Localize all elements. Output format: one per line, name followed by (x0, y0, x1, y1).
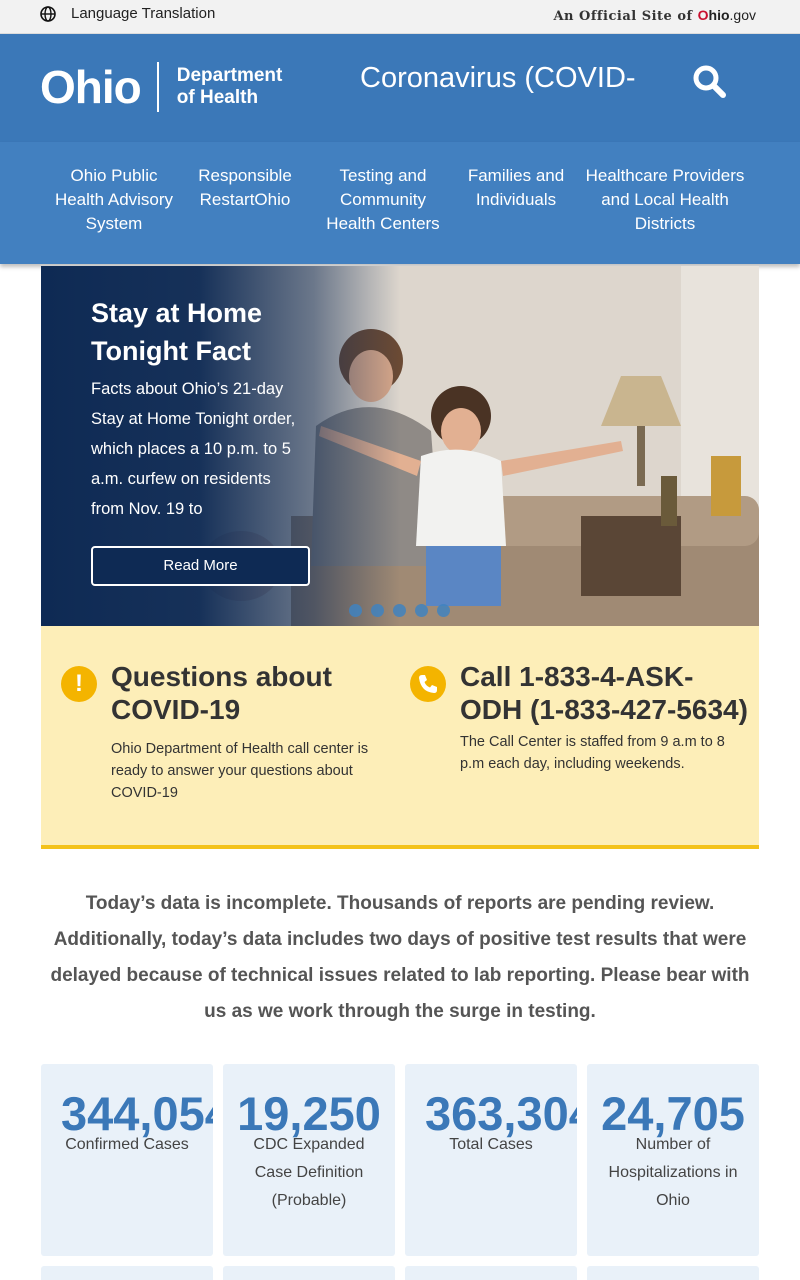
stat-card-confirmed: 344,054 Confirmed Cases (41, 1064, 213, 1256)
data-notice: Today’s data is incomplete. Thousands of… (50, 893, 750, 1022)
stat-card-hospitalizations: 24,705 Number of Hospitalizations in Ohi… (587, 1064, 759, 1256)
site-title[interactable]: Coronavirus (COVID-19) (360, 62, 636, 102)
carousel-dot-4[interactable] (415, 604, 428, 617)
nav-item-healthcare-providers[interactable]: Healthcare Providers and Local Health Di… (580, 164, 750, 236)
stat-card-partial (587, 1266, 759, 1280)
questions-title: Questions about COVID-19 (111, 661, 332, 725)
stat-label: Total Cases (449, 1136, 533, 1153)
stat-card-partial (223, 1266, 395, 1280)
nav-item-responsible-restart[interactable]: Responsible RestartOhio (188, 164, 302, 212)
questions-text: Ohio Department of Health call center is… (111, 741, 369, 801)
globe-icon (40, 5, 56, 22)
official-site-badge[interactable]: An Official Site of Ohio.gov (553, 7, 756, 24)
main-nav: Ohio Public Health Advisory System Respo… (0, 142, 800, 264)
carousel-dot-2[interactable] (371, 604, 384, 617)
stat-label: Confirmed Cases (65, 1136, 189, 1153)
stat-card-probable: 19,250 CDC Expanded Case Definition (Pro… (223, 1064, 395, 1256)
search-button[interactable] (692, 64, 726, 103)
exclamation-icon: ! (61, 666, 97, 702)
carousel-dot-3[interactable] (393, 604, 406, 617)
hero-description: Facts about Ohio’s 21-day Stay at Home T… (91, 380, 296, 518)
questions-callout: ! Questions about COVID-19 Ohio Departme… (41, 626, 759, 849)
language-translation-link[interactable]: Language Translation (40, 5, 215, 22)
stat-label: CDC Expanded Case Definition (Probable) (253, 1136, 365, 1209)
site-header: Ohio Department of Health Coronavirus (C… (0, 34, 800, 142)
language-translation-label: Language Translation (71, 5, 216, 22)
nav-item-testing-centers[interactable]: Testing and Community Health Centers (318, 164, 448, 236)
carousel-dot-1[interactable] (349, 604, 362, 617)
call-center-phone[interactable]: Call 1-833-4-ASK-ODH (1-833-427-5634) (460, 660, 750, 726)
call-center-hours: The Call Center is staffed from 9 a.m to… (460, 734, 725, 772)
logo-divider (156, 62, 159, 112)
hero-carousel: Stay at Home Tonight Fact Facts about Oh… (41, 266, 759, 626)
phone-icon (410, 666, 446, 702)
stat-card-total: 363,304 Total Cases (405, 1064, 577, 1256)
carousel-dot-5[interactable] (437, 604, 450, 617)
carousel-dots (349, 604, 459, 617)
read-more-button[interactable]: Read More (91, 546, 310, 586)
logo-ohio-text: Ohio (40, 61, 142, 113)
ohio-gov-logo: Ohio.gov (697, 7, 756, 23)
stat-card-partial (41, 1266, 213, 1280)
stat-card-partial (405, 1266, 577, 1280)
nav-item-public-health-advisory[interactable]: Ohio Public Health Advisory System (50, 164, 178, 236)
odh-logo[interactable]: Ohio Department of Health (40, 60, 282, 114)
stat-label: Number of Hospitalizations in Ohio (608, 1136, 738, 1209)
search-icon (693, 65, 726, 98)
nav-item-families-individuals[interactable]: Families and Individuals (466, 164, 566, 212)
official-site-text: An Official Site of (553, 9, 693, 24)
logo-department-text: Department of Health (176, 65, 283, 108)
hero-title: Stay at Home Tonight Fact (91, 298, 263, 366)
utility-bar: Language Translation An Official Site of… (0, 0, 800, 34)
